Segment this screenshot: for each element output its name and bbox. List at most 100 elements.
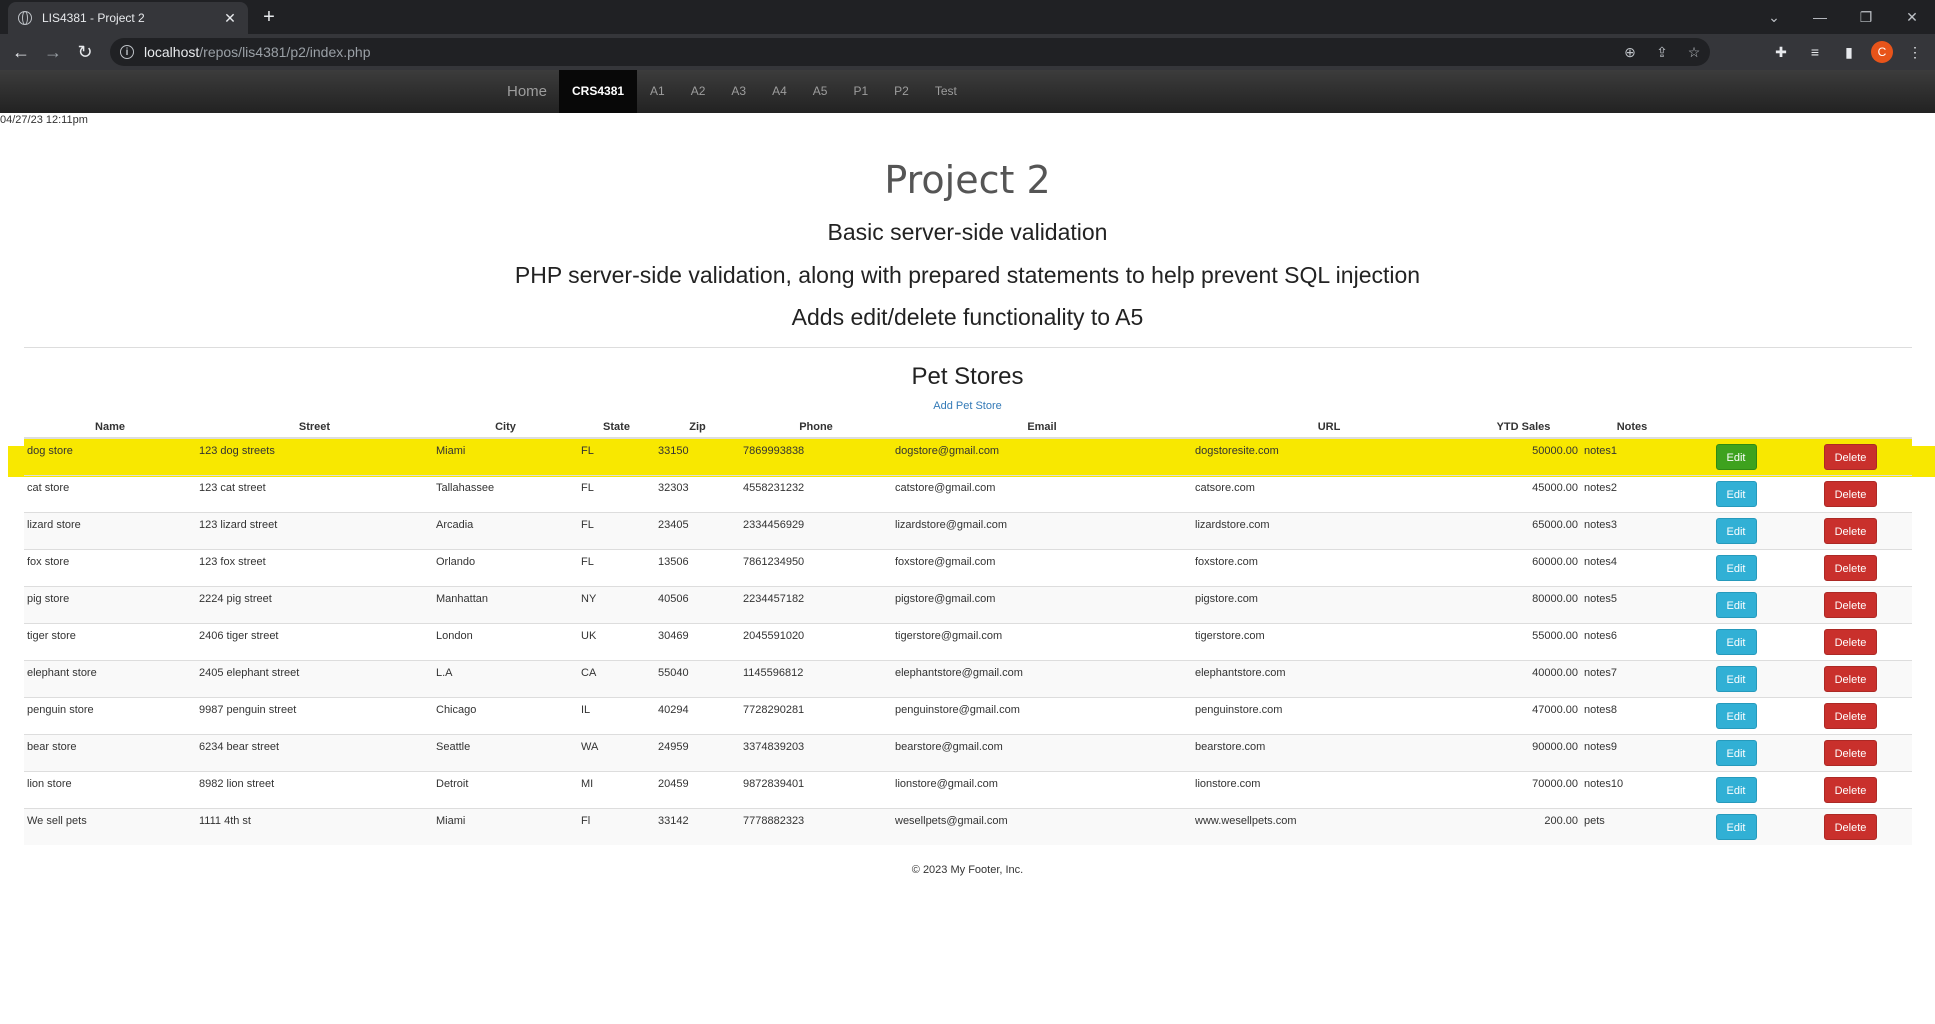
edit-button[interactable]: Edit — [1715, 739, 1757, 766]
cell-notes: notes6 — [1581, 622, 1683, 660]
cell-zip: 40294 — [655, 696, 740, 734]
cell-ytd-sales: 60000.00 — [1466, 548, 1581, 586]
cell-email: wesellpets@gmail.com — [892, 807, 1192, 845]
cell-notes: notes4 — [1581, 548, 1683, 586]
bookmark-star-icon[interactable]: ☆ — [1678, 44, 1710, 61]
cell-delete: Delete — [1789, 437, 1912, 475]
back-icon[interactable]: ← — [10, 41, 32, 63]
extensions-icon[interactable]: ✚ — [1769, 44, 1793, 61]
footer: © 2023 My Footer, Inc. — [911, 864, 1024, 876]
share-icon[interactable]: ⇪ — [1646, 44, 1678, 61]
reload-icon[interactable]: ↻ — [74, 41, 96, 63]
edit-button[interactable]: Edit — [1715, 628, 1757, 655]
side-panel-icon[interactable]: ▮ — [1837, 44, 1861, 61]
close-window-button[interactable]: ✕ — [1889, 0, 1935, 34]
restore-button[interactable]: ❐ — [1843, 0, 1889, 34]
nav-test[interactable]: Test — [922, 70, 970, 113]
new-tab-button[interactable]: + — [258, 6, 280, 28]
nav-p2[interactable]: P2 — [881, 70, 922, 113]
cell-notes: notes1 — [1581, 437, 1683, 475]
edit-button[interactable]: Edit — [1715, 591, 1757, 618]
address-bar[interactable]: i localhost/repos/lis4381/p2/index.php ⊕… — [110, 38, 1710, 66]
delete-button[interactable]: Delete — [1824, 628, 1877, 655]
cell-street: 6234 bear street — [196, 733, 433, 771]
cell-ytd-sales: 65000.00 — [1466, 511, 1581, 549]
cell-city: Arcadia — [433, 511, 578, 549]
edit-button[interactable]: Edit — [1715, 665, 1757, 692]
cell-phone: 7728290281 — [740, 696, 892, 734]
cell-zip: 33150 — [655, 437, 740, 475]
minimize-button[interactable]: — — [1797, 0, 1843, 34]
nav-a3[interactable]: A3 — [718, 70, 759, 113]
forward-icon[interactable]: → — [42, 41, 64, 63]
nav-a2[interactable]: A2 — [678, 70, 719, 113]
cell-notes: notes7 — [1581, 659, 1683, 697]
cell-state: NY — [578, 585, 655, 623]
delete-button[interactable]: Delete — [1824, 444, 1877, 470]
edit-button[interactable]: Edit — [1715, 480, 1757, 507]
delete-button[interactable]: Delete — [1824, 702, 1877, 729]
cell-city: Orlando — [433, 548, 578, 586]
delete-button[interactable]: Delete — [1824, 591, 1877, 618]
cell-name: lizard store — [24, 511, 196, 549]
nav-p1[interactable]: P1 — [840, 70, 881, 113]
edit-button[interactable]: Edit — [1715, 517, 1757, 544]
cell-email: foxstore@gmail.com — [892, 548, 1192, 586]
subtitle-3: Adds edit/delete functionality to A5 — [791, 304, 1144, 330]
tab-search-icon[interactable]: ⌄ — [1751, 0, 1797, 34]
nav-a5[interactable]: A5 — [800, 70, 841, 113]
close-tab-icon[interactable]: ✕ — [222, 10, 238, 27]
edit-button[interactable]: Edit — [1715, 554, 1757, 581]
cell-name: cat store — [24, 474, 196, 512]
menu-kebab-icon[interactable]: ⋮ — [1903, 44, 1927, 61]
cell-url: lionstore.com — [1192, 770, 1466, 808]
cell-email: pigstore@gmail.com — [892, 585, 1192, 623]
table-row: fox store 123 fox street Orlando FL 13506 786… — [24, 548, 1912, 586]
nav-a4[interactable]: A4 — [759, 70, 800, 113]
cell-name: dog store — [24, 437, 196, 475]
delete-button[interactable]: Delete — [1824, 776, 1877, 803]
cell-zip: 13506 — [655, 548, 740, 586]
info-icon[interactable]: i — [120, 45, 134, 59]
media-icon[interactable]: ≡ — [1803, 44, 1827, 60]
browser-tab[interactable]: LIS4381 - Project 2 ✕ — [8, 2, 248, 34]
edit-button[interactable]: Edit — [1715, 444, 1757, 470]
table-title: Pet Stores — [911, 363, 1024, 390]
edit-button[interactable]: Edit — [1715, 702, 1757, 729]
cell-name: We sell pets — [24, 807, 196, 845]
profile-avatar[interactable]: C — [1871, 41, 1893, 63]
table-row: We sell pets 1111 4th st Miami Fl 33142 77788… — [24, 807, 1912, 845]
column-header-ytd-sales: YTD Sales — [1466, 416, 1581, 439]
cell-phone: 7861234950 — [740, 548, 892, 586]
cell-delete: Delete — [1789, 622, 1912, 660]
nav-home[interactable]: Home — [495, 70, 559, 113]
cell-delete: Delete — [1789, 770, 1912, 808]
cell-edit: Edit — [1683, 548, 1789, 586]
edit-button[interactable]: Edit — [1715, 813, 1757, 840]
column-header-url: URL — [1192, 416, 1466, 439]
zoom-icon[interactable]: ⊕ — [1614, 44, 1646, 61]
cell-delete: Delete — [1789, 511, 1912, 549]
cell-ytd-sales: 47000.00 — [1466, 696, 1581, 734]
url-text[interactable]: localhost/repos/lis4381/p2/index.php — [144, 44, 371, 60]
nav-crs4381[interactable]: CRS4381 — [559, 70, 638, 113]
page-title: Project 2 — [884, 158, 1051, 202]
cell-state: Fl — [578, 807, 655, 845]
delete-button[interactable]: Delete — [1824, 813, 1877, 840]
cell-zip: 33142 — [655, 807, 740, 845]
delete-button[interactable]: Delete — [1824, 665, 1877, 692]
delete-button[interactable]: Delete — [1824, 739, 1877, 766]
delete-button[interactable]: Delete — [1824, 480, 1877, 507]
cell-street: 2406 tiger street — [196, 622, 433, 660]
edit-button[interactable]: Edit — [1715, 776, 1757, 803]
cell-street: 123 fox street — [196, 548, 433, 586]
divider — [24, 347, 1912, 348]
cell-edit: Edit — [1683, 437, 1789, 475]
cell-notes: notes10 — [1581, 770, 1683, 808]
table-row: lion store 8982 lion street Detroit MI 20459… — [24, 770, 1912, 808]
add-pet-store-link[interactable]: Add Pet Store — [0, 400, 1935, 412]
nav-a1[interactable]: A1 — [637, 70, 678, 113]
delete-button[interactable]: Delete — [1824, 554, 1877, 581]
cell-phone: 4558231232 — [740, 474, 892, 512]
delete-button[interactable]: Delete — [1824, 517, 1877, 544]
